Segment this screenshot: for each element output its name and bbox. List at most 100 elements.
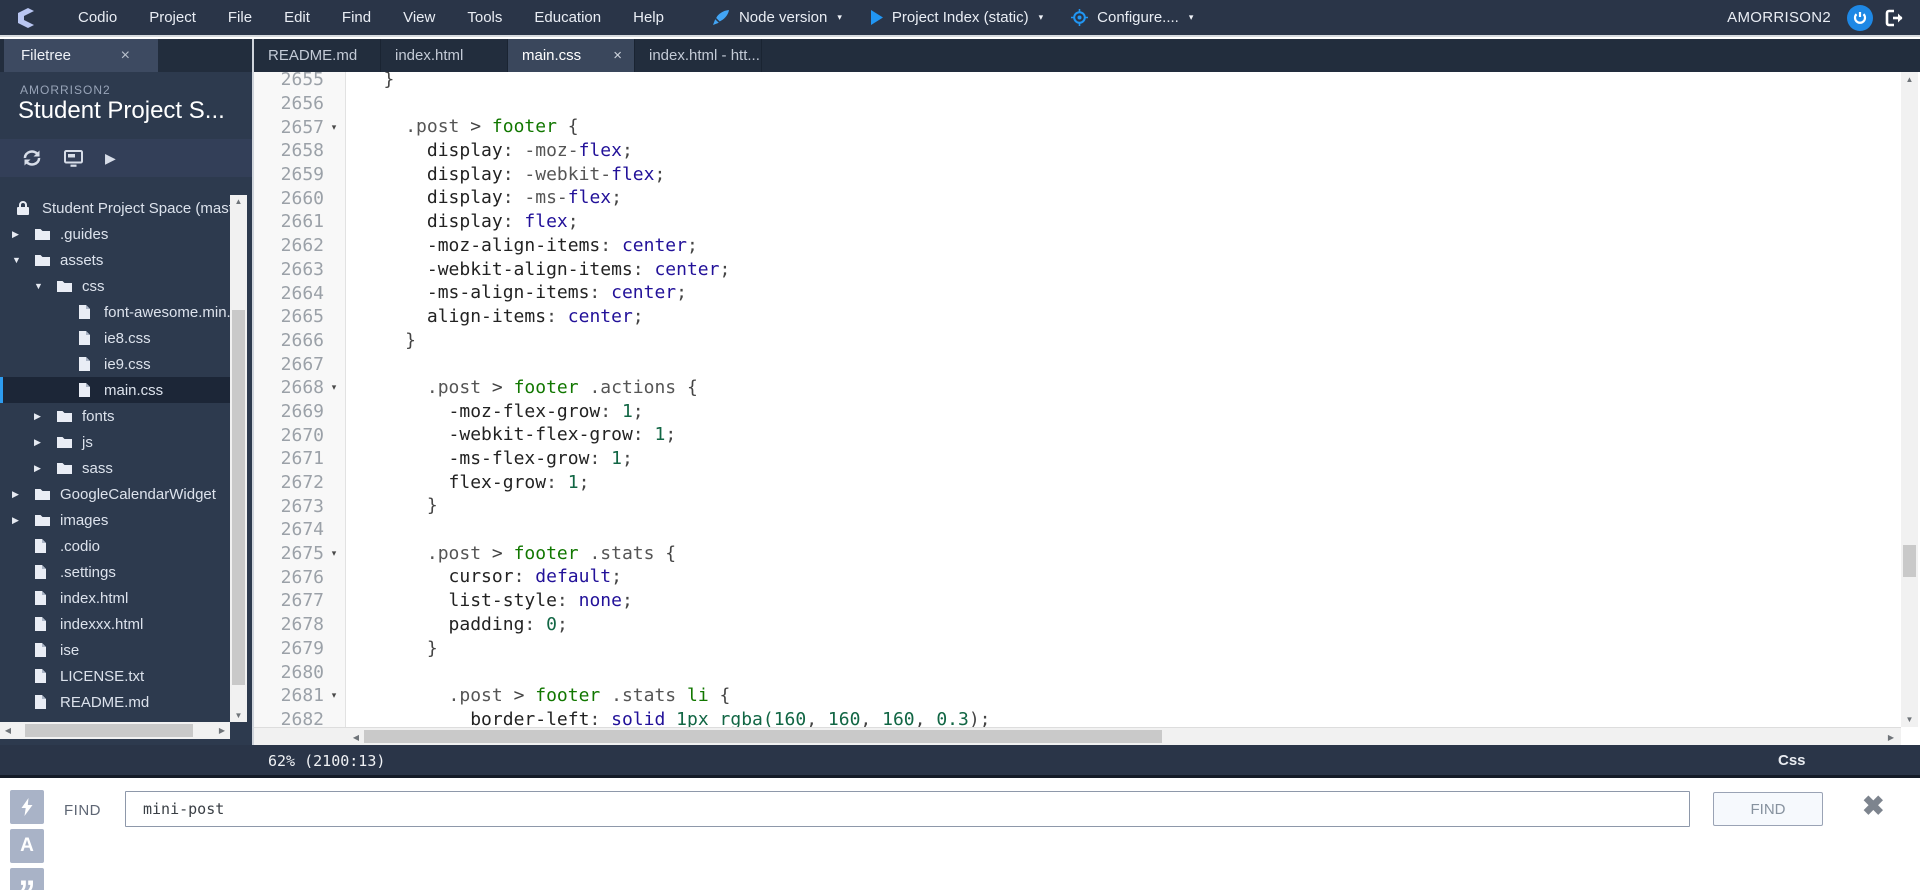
code-line[interactable]: .post > footer .stats li { [347, 684, 1901, 708]
editor-scroll-left-icon[interactable]: ◀ [350, 733, 362, 742]
chevron-expanded-icon[interactable]: ▼ [34, 281, 56, 291]
tree-item-font-awesome-min-c[interactable]: font-awesome.min.c [0, 299, 230, 325]
chevron-collapsed-icon[interactable]: ▶ [12, 229, 34, 240]
code-line[interactable]: display: -webkit-flex; [347, 163, 1901, 187]
editor-scroll-right-icon[interactable]: ▶ [1885, 733, 1897, 742]
code-line[interactable]: .post > footer { [347, 115, 1901, 139]
tree-item--codio[interactable]: .codio [0, 533, 230, 559]
editor-tab-index-html-htt-[interactable]: index.html - htt... [635, 39, 762, 72]
tree-scroll-left-icon[interactable]: ◀ [2, 726, 14, 735]
code-line[interactable]: -webkit-flex-grow: 1; [347, 423, 1901, 447]
tree-item-student-project-space-mast[interactable]: Student Project Space (mast [0, 195, 230, 221]
filetree-panel-tab[interactable]: Filetree × [4, 39, 158, 72]
fold-marker-icon[interactable]: ▾ [324, 382, 344, 393]
editor-tab-index-html[interactable]: index.html [381, 39, 508, 72]
tree-item-sass[interactable]: ▶ sass [0, 455, 230, 481]
code-editor[interactable]: } .post > footer { display: -moz-flex; d… [347, 72, 1901, 727]
fold-marker-icon[interactable]: ▾ [324, 690, 344, 701]
code-line[interactable]: -ms-flex-grow: 1; [347, 447, 1901, 471]
tree-item-license-txt[interactable]: LICENSE.txt [0, 663, 230, 689]
code-line[interactable]: .post > footer .actions { [347, 376, 1901, 400]
code-line[interactable] [347, 352, 1901, 376]
menu-help[interactable]: Help [617, 0, 680, 36]
find-close-icon[interactable]: ✖ [1862, 791, 1885, 822]
code-line[interactable]: -moz-flex-grow: 1; [347, 400, 1901, 424]
tree-scroll-down-icon[interactable]: ▼ [230, 711, 247, 720]
menu-education[interactable]: Education [518, 0, 617, 36]
editor-hscrollbar[interactable]: ◀ ▶ [254, 727, 1901, 745]
preview-icon[interactable] [64, 149, 83, 167]
code-line[interactable]: -ms-align-items: center; [347, 281, 1901, 305]
chevron-collapsed-icon[interactable]: ▶ [34, 411, 56, 422]
menu-view[interactable]: View [387, 0, 451, 36]
match-case-icon[interactable]: A [10, 829, 44, 863]
configure--dropdown[interactable]: Configure.... ▾ [1071, 9, 1193, 26]
menu-edit[interactable]: Edit [268, 0, 326, 36]
tree-item-readme-md[interactable]: README.md [0, 689, 230, 715]
tree-item--guides[interactable]: ▶ .guides [0, 221, 230, 247]
tree-scroll-up-icon[interactable]: ▲ [230, 197, 247, 206]
code-line[interactable]: padding: 0; [347, 613, 1901, 637]
code-line[interactable]: -moz-align-items: center; [347, 234, 1901, 258]
code-line[interactable]: display: -ms-flex; [347, 186, 1901, 210]
code-line[interactable]: flex-grow: 1; [347, 471, 1901, 495]
tree-vscrollbar[interactable]: ▲ ▼ [230, 195, 247, 722]
editor-scroll-down-icon[interactable]: ▼ [1901, 715, 1918, 724]
editor-vscrollbar[interactable]: ▲ ▼ [1901, 72, 1918, 727]
code-line[interactable]: } [347, 329, 1901, 353]
project-index-static--dropdown[interactable]: Project Index (static) ▾ [870, 9, 1043, 26]
editor-hscroll-thumb[interactable] [364, 730, 1162, 743]
power-icon[interactable] [1847, 4, 1873, 31]
tree-vscroll-thumb[interactable] [232, 310, 245, 685]
code-line[interactable] [347, 92, 1901, 116]
menu-find[interactable]: Find [326, 0, 387, 36]
tree-hscrollbar[interactable]: ◀ ▶ [0, 722, 230, 739]
tree-item-main-css[interactable]: main.css [0, 377, 230, 403]
menu-project[interactable]: Project [133, 0, 212, 36]
refresh-icon[interactable] [22, 150, 42, 166]
tree-scroll-right-icon[interactable]: ▶ [216, 726, 228, 735]
tree-item-ie8-css[interactable]: ie8.css [0, 325, 230, 351]
node-version-dropdown[interactable]: Node version ▾ [712, 9, 842, 26]
tree-item-assets[interactable]: ▼ assets [0, 247, 230, 273]
chevron-collapsed-icon[interactable]: ▶ [34, 437, 56, 448]
code-line[interactable]: -webkit-align-items: center; [347, 258, 1901, 282]
chevron-collapsed-icon[interactable]: ▶ [34, 463, 56, 474]
tree-item-ie9-css[interactable]: ie9.css [0, 351, 230, 377]
editor-vscroll-thumb[interactable] [1903, 545, 1916, 577]
file-mode-label[interactable]: Css [1778, 752, 1806, 769]
code-line[interactable] [347, 660, 1901, 684]
menu-tools[interactable]: Tools [451, 0, 518, 36]
user-menu[interactable]: AMORRISON2 [1727, 9, 1831, 26]
code-line[interactable]: display: -moz-flex; [347, 139, 1901, 163]
find-button[interactable]: FIND [1713, 792, 1823, 826]
tab-close-icon[interactable]: × [613, 39, 622, 72]
chevron-expanded-icon[interactable]: ▼ [12, 255, 34, 265]
fold-marker-icon[interactable]: ▾ [324, 548, 344, 559]
tree-item-ise[interactable]: ise [0, 637, 230, 663]
code-line[interactable]: list-style: none; [347, 589, 1901, 613]
code-line[interactable]: display: flex; [347, 210, 1901, 234]
tree-hscroll-thumb[interactable] [25, 724, 193, 737]
code-line[interactable]: align-items: center; [347, 305, 1901, 329]
chevron-collapsed-icon[interactable]: ▶ [12, 515, 34, 526]
tree-item-images[interactable]: ▶ images [0, 507, 230, 533]
tree-item-googlecalendarwidget[interactable]: ▶ GoogleCalendarWidget [0, 481, 230, 507]
codio-logo-icon[interactable] [14, 6, 38, 30]
tree-item-index-html[interactable]: index.html [0, 585, 230, 611]
fold-marker-icon[interactable]: ▾ [324, 122, 344, 133]
tree-item-js[interactable]: ▶ js [0, 429, 230, 455]
tree-item-fonts[interactable]: ▶ fonts [0, 403, 230, 429]
menu-codio[interactable]: Codio [62, 0, 133, 36]
logout-icon[interactable] [1885, 9, 1906, 27]
code-line[interactable] [347, 518, 1901, 542]
quotes-icon[interactable]: ” [10, 868, 44, 890]
editor-tab-readme-md[interactable]: README.md [254, 39, 381, 72]
code-line[interactable]: cursor: default; [347, 565, 1901, 589]
editor-tab-main-css[interactable]: main.css × [508, 39, 635, 72]
code-line[interactable]: } [347, 72, 1901, 92]
editor-scroll-up-icon[interactable]: ▲ [1901, 75, 1918, 84]
filetree-close-icon[interactable]: × [121, 39, 130, 72]
run-icon[interactable]: ▶ [105, 150, 116, 167]
code-line[interactable]: } [347, 637, 1901, 661]
